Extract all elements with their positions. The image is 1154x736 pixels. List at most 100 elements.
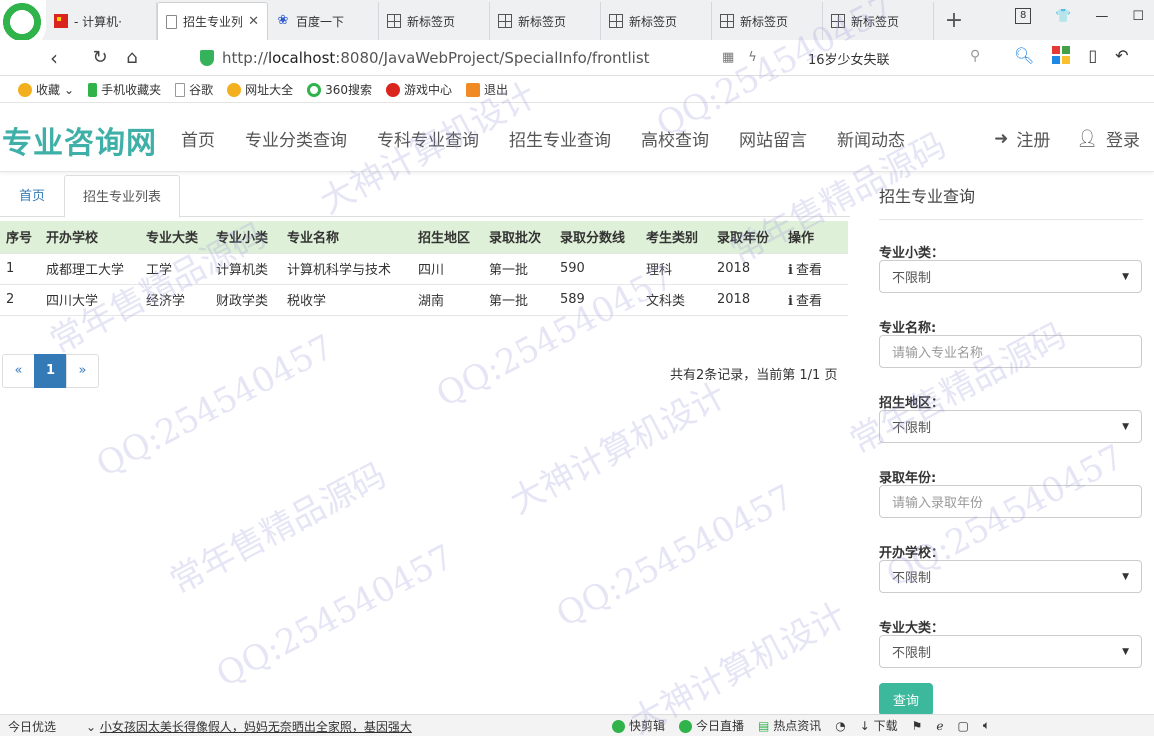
col-header: 录取年份 — [711, 221, 782, 253]
bookmarks-bar: 收藏 ⌄ 手机收藏夹 谷歌 网址大全 360搜索 游戏中心 退出 — [0, 77, 1154, 103]
undo-icon[interactable]: ↶ — [1115, 46, 1128, 65]
col-header: 录取分数线 — [554, 221, 640, 253]
paw-icon: ❀ — [277, 13, 289, 28]
school-select[interactable]: 不限制 ▼ — [879, 560, 1142, 593]
table-row: 1 成都理工大学 工学 计算机类 计算机科学与技术 四川 第一批 590 理科 … — [0, 252, 848, 285]
status-item[interactable]: ↓ 下载 — [860, 717, 898, 734]
major-name-input[interactable]: 请输入专业名称 — [879, 335, 1142, 368]
next-page-button[interactable]: » — [66, 354, 99, 388]
dropdown-caret-icon: ▼ — [1122, 271, 1129, 282]
menu-news[interactable]: 新闻动态 — [822, 126, 920, 151]
cell-school: 成都理工大学 — [40, 252, 140, 285]
year-input[interactable]: 请输入录取年份 — [879, 485, 1142, 518]
browser-tab[interactable]: - 计算机· — [46, 2, 157, 40]
col-header: 专业大类 — [140, 221, 210, 253]
site-brand[interactable]: 专业咨询网 — [2, 118, 157, 162]
status-headline[interactable]: ⌄ 小女孩因太美长得像假人，妈妈无奈晒出全家照，基因强大 — [86, 718, 412, 735]
menu-college-major[interactable]: 专科专业查询 — [362, 126, 494, 151]
pagination-info: 共有2条记录，当前第 1/1 页 — [670, 368, 838, 383]
star-icon — [18, 82, 32, 97]
window-controls: 8 👕 — ☐ — [1015, 8, 1144, 24]
tab-count-badge[interactable]: 8 — [1015, 8, 1032, 24]
bookmark-item[interactable]: 退出 — [466, 81, 508, 98]
browser-tab[interactable]: 新标签页 — [601, 2, 712, 40]
browser-tab[interactable]: 新标签页 — [823, 2, 934, 40]
status-item[interactable]: ▤ 热点资讯 — [758, 717, 821, 734]
qr-icon[interactable]: ▦ — [722, 50, 734, 65]
col-header: 考生类别 — [640, 221, 711, 253]
exit-icon — [466, 82, 481, 97]
browser-tab[interactable]: 新标签页 — [490, 2, 601, 40]
menu-guestbook[interactable]: 网站留言 — [724, 126, 822, 151]
cell-school: 四川大学 — [40, 283, 140, 316]
bookmark-item[interactable]: 谷歌 — [175, 81, 213, 98]
breadcrumb-home[interactable]: 首页 — [0, 175, 64, 217]
account-menu: ➜ 注册 👤︎ 登录 — [994, 126, 1140, 152]
bookmark-item[interactable]: 网址大全 — [227, 81, 293, 98]
ie-icon[interactable]: ℯ — [936, 719, 943, 733]
close-tab-icon[interactable]: ✕ — [248, 14, 259, 29]
back-icon[interactable]: ‹ — [38, 46, 70, 70]
url-field[interactable]: http://localhost:8080/JavaWebProject/Spe… — [200, 44, 790, 72]
browser-tab[interactable]: ❀ 百度一下 — [268, 2, 379, 40]
browser-tab[interactable]: 新标签页 — [712, 2, 823, 40]
maximize-icon[interactable]: ☐ — [1132, 9, 1144, 24]
bookmark-item[interactable]: 收藏 ⌄ — [18, 81, 74, 98]
prev-page-button[interactable]: « — [2, 354, 35, 388]
apps-icon[interactable] — [1052, 46, 1071, 64]
phone-icon — [88, 82, 98, 97]
menu-university[interactable]: 高校查询 — [626, 126, 724, 151]
browser-tab[interactable]: 新标签页 — [379, 2, 490, 40]
status-featured[interactable]: 今日优选 — [8, 718, 56, 735]
site-navbar: 专业咨询网 首页 专业分类查询 专科专业查询 招生专业查询 高校查询 网站留言 … — [0, 104, 1154, 172]
bookmark-item[interactable]: 游戏中心 — [386, 81, 452, 98]
cell-batch: 第一批 — [483, 252, 554, 285]
col-header: 序号 — [0, 221, 40, 253]
major-class-label: 专业大类： — [879, 621, 945, 636]
menu-home[interactable]: 首页 — [166, 126, 230, 151]
query-button[interactable]: 查询 — [879, 683, 933, 716]
menu-enroll-major[interactable]: 招生专业查询 — [494, 126, 626, 151]
menu-major-category[interactable]: 专业分类查询 — [230, 126, 362, 151]
browser-tab-active[interactable]: 招生专业列 ✕ — [157, 2, 268, 40]
cell-major-name: 税收学 — [281, 283, 412, 316]
play-icon — [679, 720, 693, 733]
new-tab-button[interactable]: + — [934, 2, 974, 40]
home-icon[interactable]: ⌂ — [116, 47, 148, 68]
bookmark-item[interactable]: 手机收藏夹 — [88, 81, 161, 98]
region-select[interactable]: 不限制 ▼ — [879, 410, 1142, 443]
major-class-select[interactable]: 不限制 ▼ — [879, 635, 1142, 668]
bookmark-item[interactable]: 360搜索 — [307, 81, 372, 98]
register-link[interactable]: ➜ 注册 — [994, 126, 1050, 152]
cell-no: 2 — [0, 283, 40, 316]
watermark-text: QQ:254540457 — [210, 537, 461, 696]
col-header: 专业小类 — [210, 221, 281, 253]
reload-icon[interactable]: ↻ — [84, 47, 116, 68]
status-item[interactable]: 快剪辑 — [612, 717, 665, 734]
search-tool-icon[interactable]: 🔍︎ — [1014, 46, 1034, 65]
sub-class-select[interactable]: 不限制 ▼ — [879, 260, 1142, 293]
query-sidebar: 招生专业查询 专业小类： 不限制 ▼ 专业名称: 请输入专业名称 招生地区： 不限… — [879, 172, 1143, 716]
breadcrumb-current: 招生专业列表 — [64, 175, 180, 218]
view-link[interactable]: i 查看 — [782, 252, 848, 285]
download-icon: ↓ — [859, 719, 870, 733]
status-item[interactable]: 今日直播 — [679, 717, 744, 734]
window-icon[interactable]: ▢ — [957, 719, 968, 733]
page-button-current[interactable]: 1 — [34, 354, 67, 388]
search-icon[interactable]: ⚲ — [970, 48, 980, 64]
cell-score: 590 — [554, 252, 640, 285]
mobile-icon[interactable]: ▯ — [1088, 46, 1097, 65]
flag-outline-icon[interactable]: ⚑ — [912, 719, 923, 733]
volume-icon[interactable]: 🔈︎ — [983, 718, 990, 733]
login-link[interactable]: 👤︎ 登录 — [1076, 126, 1140, 152]
table-row: 2 四川大学 经济学 财政学类 税收学 湖南 第一批 589 文科类 2018 … — [0, 283, 848, 316]
shirt-icon[interactable]: 👕 — [1055, 9, 1071, 24]
news-icon: ▤ — [758, 719, 770, 733]
col-header: 招生地区 — [412, 221, 483, 253]
pagination: « 1 » — [2, 354, 99, 388]
news-search-text[interactable]: 16岁少女失联 — [808, 49, 890, 68]
lightning-icon[interactable]: ϟ — [748, 50, 757, 65]
minimize-icon[interactable]: — — [1095, 9, 1108, 24]
speed-icon[interactable]: ◔ — [835, 719, 845, 733]
view-link[interactable]: i 查看 — [782, 283, 848, 316]
